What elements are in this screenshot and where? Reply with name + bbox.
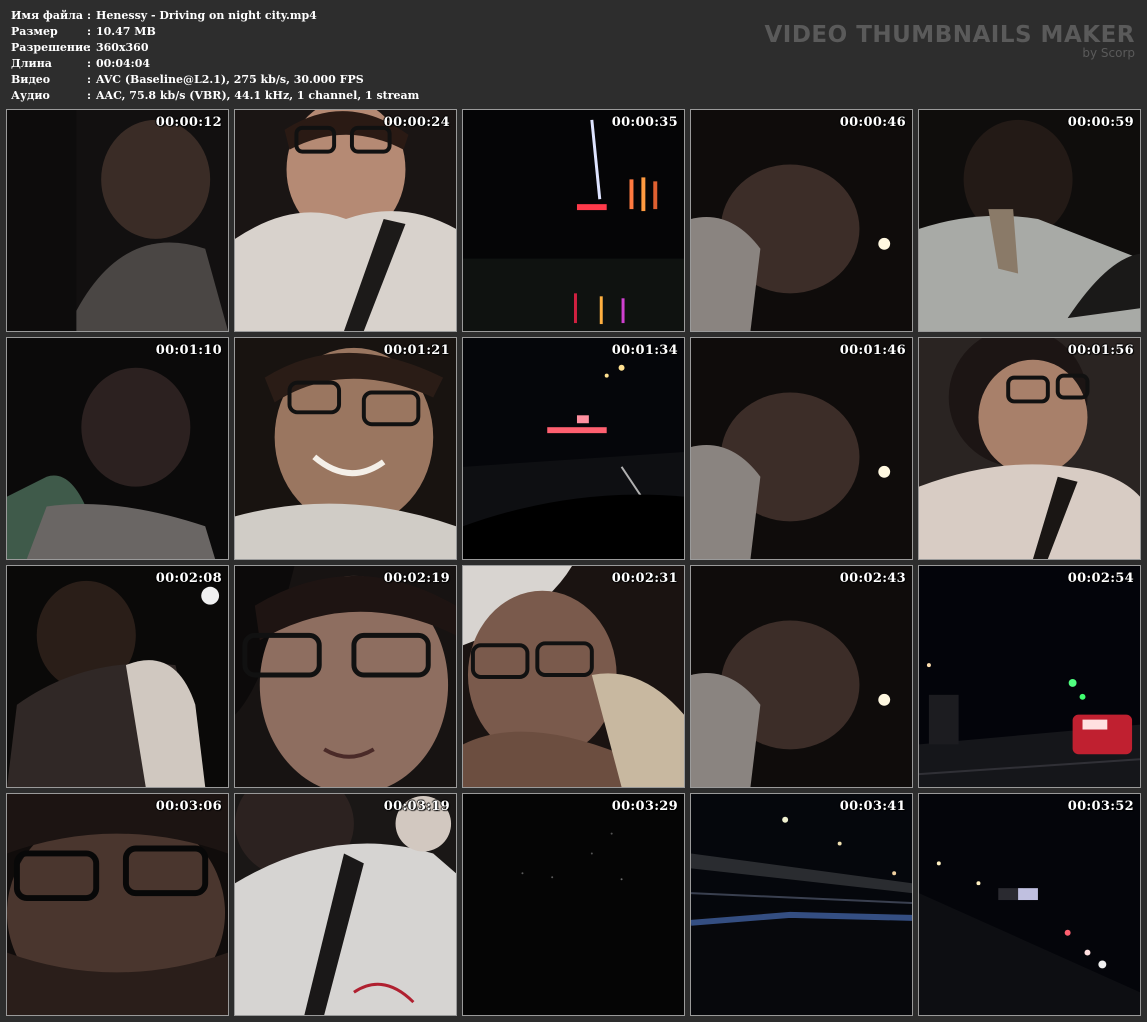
info-row: Видео: AVC (Baseline@L2.1), 275 kb/s, 30.… [11,72,419,88]
info-key: Длина [11,57,52,70]
info-row: Имя файла: Henessy - Driving on night cit… [11,8,419,24]
video-thumbnail: 00:02:54 [918,565,1141,788]
thumbnail-frame-image [919,110,1140,331]
info-value: 360x360 [96,41,149,54]
video-thumbnail: 00:01:21 [234,337,457,560]
video-thumbnail: 00:01:34 [462,337,685,560]
info-key: Видео [11,73,51,86]
thumbnail-timestamp: 00:03:41 [839,799,906,814]
file-info-panel: Имя файла: Henessy - Driving on night cit… [11,8,419,104]
thumbnail-timestamp: 00:00:59 [1067,115,1134,130]
thumbnail-timestamp: 00:01:21 [383,343,450,358]
thumbnail-frame-image [235,338,456,559]
info-value: Henessy - Driving on night city.mp4 [96,9,317,22]
thumbnail-frame-image [691,566,912,787]
brand-watermark: VIDEO THUMBNAILS MAKER by Scorp [764,22,1135,59]
thumbnail-timestamp: 00:00:46 [839,115,906,130]
video-thumbnail: 00:03:52 [918,793,1141,1016]
thumbnail-frame-image [463,338,684,559]
thumbnail-timestamp: 00:02:31 [611,571,678,586]
thumbnail-timestamp: 00:03:19 [383,799,450,814]
video-thumbnail: 00:01:56 [918,337,1141,560]
video-thumbnail: 00:03:29 [462,793,685,1016]
thumbnail-timestamp: 00:03:29 [611,799,678,814]
thumbnail-frame-image [463,110,684,331]
video-thumbnail: 00:00:12 [6,109,229,332]
info-key: Размер [11,25,58,38]
thumbnail-timestamp: 00:02:54 [1067,571,1134,586]
thumbnail-timestamp: 00:03:06 [155,799,222,814]
video-thumbnail: 00:01:10 [6,337,229,560]
video-thumbnail: 00:02:08 [6,565,229,788]
thumbnail-timestamp: 00:01:34 [611,343,678,358]
video-thumbnail: 00:02:43 [690,565,913,788]
info-key: Аудио [11,89,50,102]
info-value: 10.47 MB [96,25,156,38]
thumbnail-frame-image [463,794,684,1015]
thumbnail-frame-image [7,110,228,331]
info-value: 00:04:04 [96,57,151,70]
thumbnail-timestamp: 00:01:10 [155,343,222,358]
thumbnail-timestamp: 00:00:24 [383,115,450,130]
info-row: Аудио: AAC, 75.8 kb/s (VBR), 44.1 kHz, 1 … [11,88,419,104]
thumbnail-frame-image [691,794,912,1015]
thumbnail-frame-image [463,566,684,787]
thumbnail-frame-image [919,566,1140,787]
thumbnail-frame-image [235,794,456,1015]
video-thumbnail: 00:03:06 [6,793,229,1016]
info-key: Имя файла [11,9,83,22]
thumbnail-timestamp: 00:03:52 [1067,799,1134,814]
video-thumbnail: 00:00:59 [918,109,1141,332]
info-value: AAC, 75.8 kb/s (VBR), 44.1 kHz, 1 channe… [96,89,420,102]
thumbnail-frame-image [691,110,912,331]
info-row: Длина:00:04:04 [11,56,419,72]
thumbnail-frame-image [691,338,912,559]
info-separator: : [87,41,92,54]
thumbnail-frame-image [7,794,228,1015]
thumbnail-timestamp: 00:00:12 [155,115,222,130]
thumbnail-timestamp: 00:01:56 [1067,343,1134,358]
thumbnail-frame-image [235,110,456,331]
thumbnail-timestamp: 00:00:35 [611,115,678,130]
video-thumbnail: 00:00:46 [690,109,913,332]
thumbnail-frame-image [7,566,228,787]
brand-subtitle: by Scorp [1082,46,1135,60]
video-thumbnail: 00:00:35 [462,109,685,332]
thumbnail-grid: 00:00:12 00:00:24 00:00:35 00:00:46 00:0… [6,109,1141,1016]
info-value: AVC (Baseline@L2.1), 275 kb/s, 30.000 FP… [96,73,364,86]
thumbnail-timestamp: 00:02:08 [155,571,222,586]
video-thumbnail: 00:00:24 [234,109,457,332]
info-separator: : [87,89,92,102]
thumbnail-frame-image [235,566,456,787]
info-separator: : [87,9,92,22]
thumbnail-frame-image [919,338,1140,559]
info-row: Размер:10.47 MB [11,24,419,40]
info-row: Разрешение:360x360 [11,40,419,56]
thumbnail-timestamp: 00:02:19 [383,571,450,586]
info-key: Разрешение [11,41,91,54]
thumbnail-frame-image [919,794,1140,1015]
brand-title: VIDEO THUMBNAILS MAKER [764,22,1135,48]
video-thumbnail: 00:01:46 [690,337,913,560]
video-thumbnail: 00:03:19 [234,793,457,1016]
info-separator: : [87,25,92,38]
info-separator: : [87,57,92,70]
video-thumbnail: 00:02:31 [462,565,685,788]
thumbnail-timestamp: 00:02:43 [839,571,906,586]
info-separator: : [87,73,92,86]
video-thumbnail: 00:02:19 [234,565,457,788]
thumbnail-frame-image [7,338,228,559]
video-thumbnail: 00:03:41 [690,793,913,1016]
thumbnail-timestamp: 00:01:46 [839,343,906,358]
